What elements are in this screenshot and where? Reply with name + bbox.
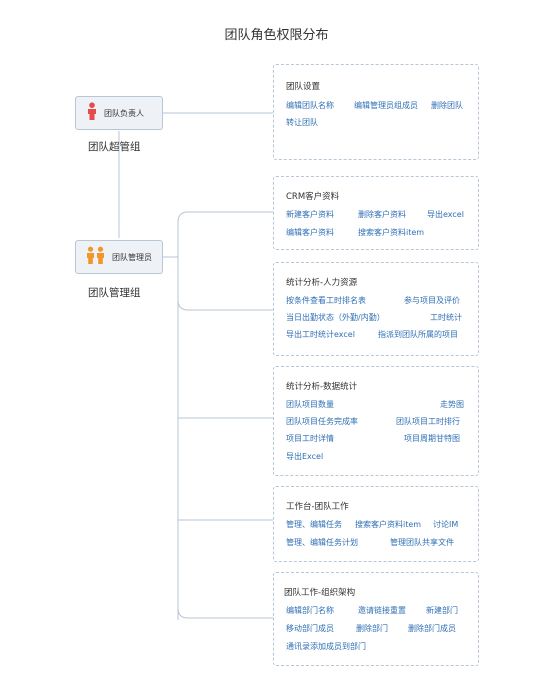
connector-admin-hr xyxy=(177,299,273,311)
permission-card-org-structure: 团队工作-组织架构 编辑部门名称 邀请链接重置 新建部门 移动部门成员 删除部门… xyxy=(273,572,479,666)
permission-item: 参与项目及评价 xyxy=(404,296,460,305)
permission-item: 删除客户资料 xyxy=(358,210,406,219)
permission-item: 新建部门 xyxy=(426,606,458,615)
group-label-superadmin: 团队超管组 xyxy=(88,141,141,153)
permission-item: 团队项目数量 xyxy=(286,400,334,409)
role-label: 团队负责人 xyxy=(104,108,144,118)
permission-item: 导出excel xyxy=(427,210,464,219)
permission-item: 工时统计 xyxy=(430,313,462,322)
card-title: 统计分析-人力资源 xyxy=(286,278,358,288)
permission-item: 删除部门 xyxy=(356,624,388,633)
permission-item: 删除部门成员 xyxy=(408,624,456,633)
permission-item: 项目工时详情 xyxy=(286,434,334,443)
permission-item: 团队项目任务完成率 xyxy=(286,417,358,426)
permission-card-team-settings: 团队设置 编辑团队名称 编辑管理员组成员 删除团队 转让团队 xyxy=(273,64,479,160)
group-label-admin: 团队管理组 xyxy=(88,287,141,299)
permission-item: 新建客户资料 xyxy=(286,210,334,219)
card-title: 团队工作-组织架构 xyxy=(284,588,356,598)
permission-item: 按条件查看工时排名表 xyxy=(286,296,366,305)
permission-item: 当日出勤状态（外勤/内勤） xyxy=(286,313,385,322)
role-team-admin: 团队管理员 xyxy=(75,240,163,274)
permission-card-workbench: 工作台-团队工作 管理、编辑任务 搜索客户资料item 讨论IM 管理、编辑任务… xyxy=(273,486,479,562)
permission-item: 导出Excel xyxy=(286,452,324,461)
permission-item: 管理、编辑任务计划 xyxy=(286,538,358,547)
person-icon xyxy=(86,102,98,124)
role-label: 团队管理员 xyxy=(112,252,152,262)
permission-item: 管理、编辑任务 xyxy=(286,520,342,529)
permission-item: 走势图 xyxy=(440,400,464,409)
card-title: CRM客户资料 xyxy=(286,192,340,202)
permission-card-data-stats: 统计分析-数据统计 团队项目数量 走势图 团队项目任务完成率 团队项目工时排行 … xyxy=(273,366,479,476)
card-title: 工作台-团队工作 xyxy=(286,502,349,512)
permission-item: 转让团队 xyxy=(286,118,318,127)
connector-admin-crm xyxy=(163,211,273,258)
permission-item: 导出工时统计excel xyxy=(286,330,355,339)
people-icon xyxy=(86,246,106,268)
permission-item: 团队项目工时排行 xyxy=(396,417,460,426)
permission-item: 编辑管理员组成员 xyxy=(354,101,418,110)
card-title: 团队设置 xyxy=(286,82,321,92)
permission-item: 编辑部门名称 xyxy=(286,606,334,615)
permission-item: 指派到团队所属的项目 xyxy=(378,330,458,339)
connector-admin-org xyxy=(177,607,273,619)
permission-item: 搜索客户资料item xyxy=(355,520,422,529)
permission-item: 移动部门成员 xyxy=(286,624,334,633)
permission-item: 编辑团队名称 xyxy=(286,101,334,110)
permission-item: 项目周期甘特图 xyxy=(404,434,460,443)
permission-item: 管理团队共享文件 xyxy=(390,538,454,547)
permission-item: 讨论IM xyxy=(433,520,459,529)
permission-item: 邀请链接重置 xyxy=(358,606,406,615)
permission-item: 删除团队 xyxy=(431,101,463,110)
role-team-owner: 团队负责人 xyxy=(75,96,163,130)
permission-card-crm: CRM客户资料 新建客户资料 删除客户资料 导出excel 编辑客户资料 搜索客… xyxy=(273,176,479,250)
permission-item: 搜索客户资料item xyxy=(358,228,425,237)
permission-item: 通讯录添加成员到部门 xyxy=(286,642,366,651)
permission-card-hr-stats: 统计分析-人力资源 按条件查看工时排名表 参与项目及评价 当日出勤状态（外勤/内… xyxy=(273,262,479,356)
permission-item: 编辑客户资料 xyxy=(286,228,334,237)
card-title: 统计分析-数据统计 xyxy=(286,382,358,392)
